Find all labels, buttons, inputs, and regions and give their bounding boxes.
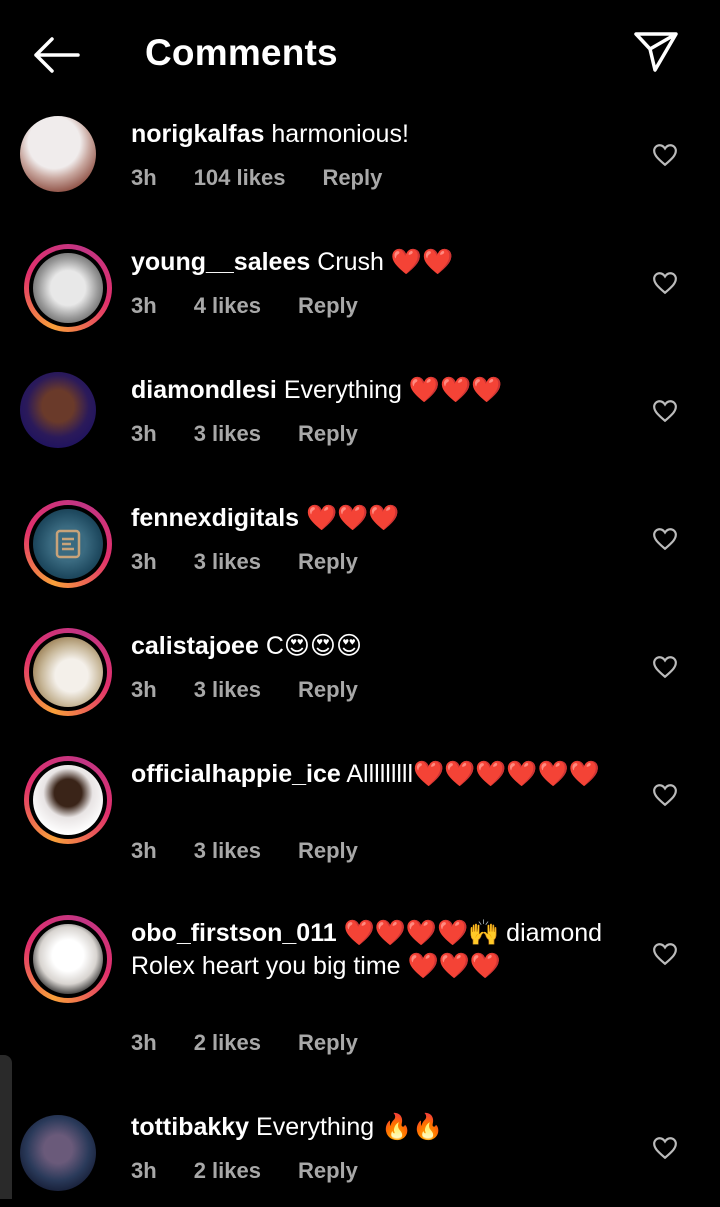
page-title: Comments	[145, 32, 338, 73]
avatar[interactable]	[24, 756, 112, 844]
avatar[interactable]	[24, 244, 112, 332]
avatar[interactable]	[24, 915, 112, 1003]
reply-button[interactable]: Reply	[298, 1030, 358, 1055]
likes-count[interactable]: 3 likes	[194, 549, 261, 574]
comment-meta: 3h 3 likes Reply	[131, 677, 395, 703]
reply-button[interactable]: Reply	[298, 293, 358, 318]
comment-text: Crush ❤️❤️	[317, 248, 454, 276]
heart-icon[interactable]	[652, 142, 678, 168]
comment-text: Everything ❤️❤️❤️	[283, 376, 503, 404]
comment-item: diamondlesi Everything ❤️❤️❤️ 3h 3 likes R…	[0, 372, 720, 484]
avatar[interactable]	[24, 628, 112, 716]
comment-username[interactable]: norigkalfas	[131, 120, 264, 148]
comment-time: 3h	[131, 1030, 157, 1055]
comment-username[interactable]: officialhappie_ice	[131, 760, 341, 788]
comment-time: 3h	[131, 421, 157, 446]
comment-item: officialhappie_ice Alllllllll❤️❤️❤️❤️❤️❤…	[0, 756, 720, 888]
comment-meta: 3h 3 likes Reply	[131, 421, 395, 447]
edge-handle[interactable]	[0, 1055, 12, 1199]
comment-item: calistajoee C😍😍😍 3h 3 likes Reply	[0, 628, 720, 740]
reply-button[interactable]: Reply	[298, 838, 358, 863]
comment-time: 3h	[131, 293, 157, 318]
comment-text: Alllllllll❤️❤️❤️❤️❤️❤️	[346, 760, 600, 788]
comment-meta: 3h 3 likes Reply	[131, 838, 395, 864]
comment-username[interactable]: fennexdigitals	[131, 504, 299, 532]
comment-username[interactable]: calistajoee	[131, 632, 259, 660]
likes-count[interactable]: 104 likes	[194, 165, 286, 190]
heart-icon[interactable]	[652, 654, 678, 680]
paper-plane-icon[interactable]	[632, 30, 680, 74]
comment-item: norigkalfas harmonious! 3h 104 likes Reply	[0, 116, 720, 228]
heart-icon[interactable]	[652, 1135, 678, 1161]
comment-time: 3h	[131, 549, 157, 574]
comment-meta: 3h 104 likes Reply	[131, 165, 419, 191]
comment-text: C😍😍😍	[265, 632, 363, 660]
reply-button[interactable]: Reply	[298, 421, 358, 446]
heart-icon[interactable]	[652, 398, 678, 424]
comment-item: obo_firstson_011 ❤️❤️❤️❤️🙌 diamond Rolex…	[0, 915, 720, 1077]
likes-count[interactable]: 4 likes	[194, 293, 261, 318]
comment-text: ❤️❤️❤️	[306, 504, 400, 532]
reply-button[interactable]: Reply	[298, 1158, 358, 1183]
likes-count[interactable]: 3 likes	[194, 838, 261, 863]
comment-item: young__salees Crush ❤️❤️ 3h 4 likes Reply	[0, 244, 720, 356]
comment-time: 3h	[131, 165, 157, 190]
comment-text: Everything 🔥🔥	[256, 1113, 444, 1141]
comment-username[interactable]: tottibakky	[131, 1113, 249, 1141]
brand-logo-icon	[55, 529, 81, 559]
comment-username[interactable]: obo_firstson_011	[131, 919, 337, 947]
comment-meta: 3h 2 likes Reply	[131, 1158, 395, 1184]
comment-item: fennexdigitals ❤️❤️❤️ 3h 3 likes Reply	[0, 500, 720, 612]
heart-icon[interactable]	[652, 782, 678, 808]
avatar[interactable]	[20, 116, 112, 208]
avatar[interactable]	[20, 372, 112, 464]
heart-icon[interactable]	[652, 526, 678, 552]
avatar[interactable]	[20, 1115, 112, 1207]
comment-meta: 3h 3 likes Reply	[131, 549, 395, 575]
comment-meta: 3h 4 likes Reply	[131, 293, 395, 319]
header: Comments	[0, 0, 720, 106]
arrow-left-icon[interactable]	[32, 36, 80, 74]
comment-time: 3h	[131, 1158, 157, 1183]
comment-text: harmonious!	[271, 120, 409, 148]
comment-item: tottibakky Everything 🔥🔥 3h 2 likes Reply	[0, 1111, 720, 1199]
comment-username[interactable]: young__salees	[131, 248, 310, 276]
heart-icon[interactable]	[652, 270, 678, 296]
likes-count[interactable]: 2 likes	[194, 1158, 261, 1183]
heart-icon[interactable]	[652, 941, 678, 967]
avatar[interactable]	[24, 500, 112, 588]
reply-button[interactable]: Reply	[322, 165, 382, 190]
comment-username[interactable]: diamondlesi	[131, 376, 277, 404]
likes-count[interactable]: 2 likes	[194, 1030, 261, 1055]
reply-button[interactable]: Reply	[298, 677, 358, 702]
likes-count[interactable]: 3 likes	[194, 421, 261, 446]
comment-time: 3h	[131, 838, 157, 863]
comment-meta: 3h 2 likes Reply	[131, 1030, 395, 1056]
comment-time: 3h	[131, 677, 157, 702]
likes-count[interactable]: 3 likes	[194, 677, 261, 702]
reply-button[interactable]: Reply	[298, 549, 358, 574]
